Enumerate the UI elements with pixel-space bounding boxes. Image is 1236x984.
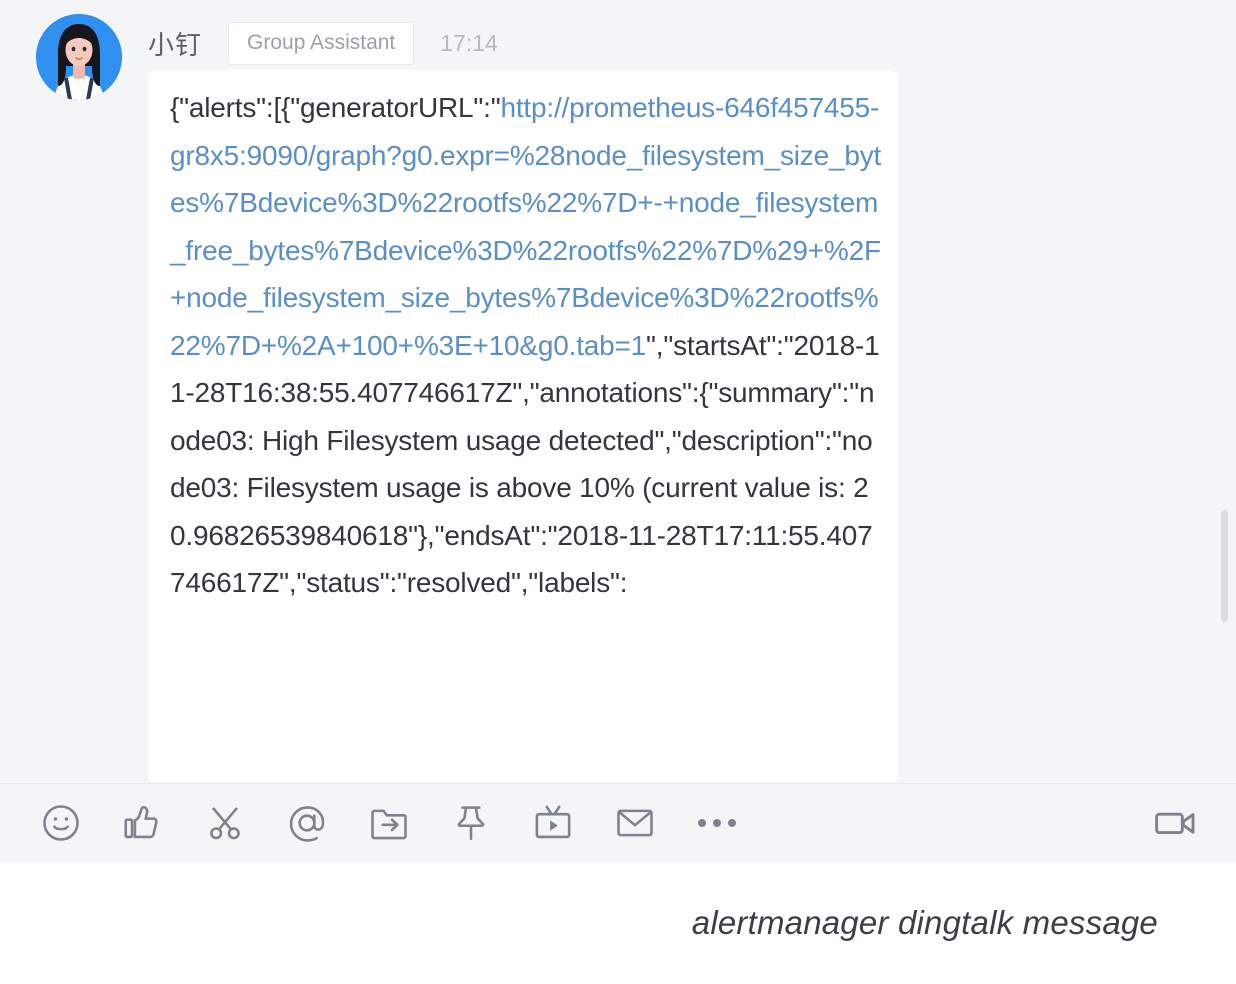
scissors-icon[interactable] bbox=[198, 796, 252, 850]
message-body-prefix: {"alerts":[{"generatorURL":" bbox=[170, 92, 501, 123]
more-ellipsis-icon[interactable] bbox=[690, 796, 744, 850]
chat-message-row: 小钉 Group Assistant 17:14 {"alerts":[{"ge… bbox=[0, 0, 1236, 784]
pin-icon[interactable] bbox=[444, 796, 498, 850]
toolbar-left-group bbox=[34, 784, 744, 862]
vertical-scrollbar[interactable] bbox=[1220, 0, 1228, 783]
message-body-suffix: ","startsAt":"2018-11-28T16:38:55.407746… bbox=[170, 329, 880, 599]
message-body: {"alerts":[{"generatorURL":"http://prome… bbox=[170, 84, 882, 607]
caption-area: alertmanager dingtalk message bbox=[0, 862, 1236, 984]
message-action-toolbar bbox=[0, 783, 1236, 862]
scrollbar-thumb[interactable] bbox=[1221, 510, 1228, 622]
emoji-icon[interactable] bbox=[34, 796, 88, 850]
envelope-icon[interactable] bbox=[608, 796, 662, 850]
message-bubble[interactable]: {"alerts":[{"generatorURL":"http://prome… bbox=[148, 70, 898, 784]
sender-role-tag: Group Assistant bbox=[228, 21, 415, 65]
avatar[interactable] bbox=[36, 14, 122, 100]
figure-caption: alertmanager dingtalk message bbox=[691, 904, 1158, 941]
chat-panel: 小钉 Group Assistant 17:14 {"alerts":[{"ge… bbox=[0, 0, 1236, 862]
message-timestamp: 17:14 bbox=[440, 29, 498, 56]
toolbar-right-group bbox=[1148, 784, 1202, 862]
message-generator-url-link[interactable]: http://prometheus-646f457455-gr8x5:9090/… bbox=[170, 92, 881, 361]
thumbs-up-icon[interactable] bbox=[116, 796, 170, 850]
video-camera-icon[interactable] bbox=[1148, 796, 1202, 850]
video-board-icon[interactable] bbox=[526, 796, 580, 850]
ellipsis-dots bbox=[698, 819, 736, 827]
message-header: 小钉 Group Assistant 17:14 bbox=[148, 21, 498, 65]
sender-name: 小钉 bbox=[148, 29, 203, 60]
at-mention-icon[interactable] bbox=[280, 796, 334, 850]
woman-avatar-icon bbox=[36, 14, 122, 100]
forward-folder-icon[interactable] bbox=[362, 796, 416, 850]
